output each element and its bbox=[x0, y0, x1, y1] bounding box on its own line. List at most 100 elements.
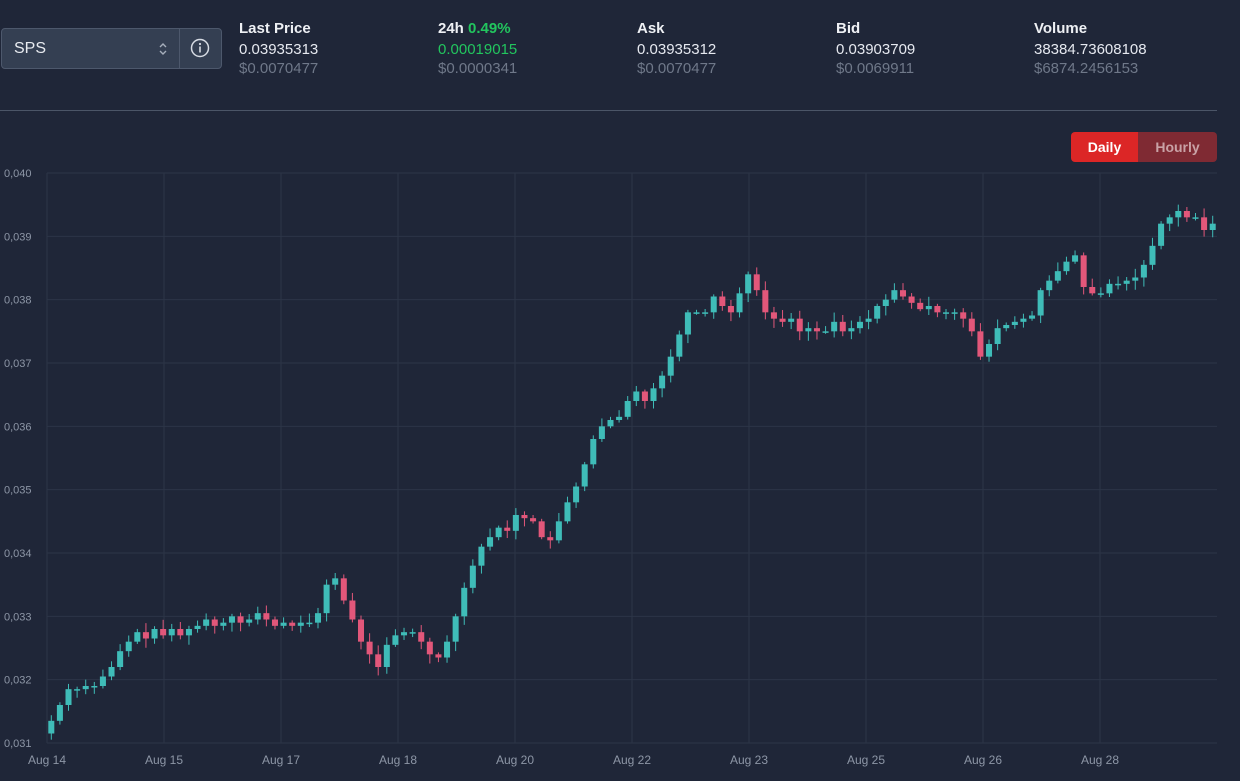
candle-body bbox=[340, 578, 347, 601]
stat-volume: Volume 38384.73608108 $6874.2456153 bbox=[1034, 20, 1147, 77]
stat-value: 0.03903709 bbox=[836, 41, 916, 58]
candle-body bbox=[624, 401, 631, 417]
stat-last-price: Last Price 0.03935313 $0.0070477 bbox=[239, 20, 318, 77]
candle-body bbox=[332, 578, 339, 585]
candle-body bbox=[1140, 264, 1147, 278]
daily-button[interactable]: Daily bbox=[1071, 132, 1138, 162]
stat-usd-value: $0.0069911 bbox=[836, 60, 915, 77]
candle-body bbox=[1054, 271, 1061, 281]
candle-body bbox=[1115, 283, 1122, 286]
candle-body bbox=[435, 654, 442, 658]
candle-body bbox=[297, 622, 304, 626]
candle-body bbox=[986, 344, 993, 357]
candle-body bbox=[753, 274, 760, 291]
candle-body bbox=[968, 318, 975, 332]
stat-value: 38384.73608108 bbox=[1034, 41, 1147, 58]
candle-body bbox=[211, 619, 218, 626]
stat-ask: Ask 0.03935312 $0.0070477 bbox=[637, 20, 716, 77]
candle-body bbox=[899, 290, 907, 297]
candle-body bbox=[555, 521, 562, 541]
candle-body bbox=[246, 619, 253, 623]
candle-body bbox=[848, 328, 855, 332]
candle-body bbox=[375, 654, 382, 667]
candle-body bbox=[151, 629, 158, 639]
candle-body bbox=[813, 328, 820, 332]
y-tick-label: 0,037 bbox=[4, 358, 32, 370]
candle-body bbox=[822, 331, 829, 333]
candle-body bbox=[839, 321, 846, 332]
candle-body bbox=[142, 632, 149, 639]
candle-body bbox=[65, 689, 72, 705]
stat-label: Volume bbox=[1034, 20, 1088, 37]
candle-body bbox=[478, 546, 485, 566]
candle-body bbox=[641, 391, 648, 401]
candle-body bbox=[349, 600, 356, 620]
stat-bid: Bid 0.03903709 $0.0069911 bbox=[836, 20, 915, 77]
y-tick-label: 0,033 bbox=[4, 611, 32, 623]
candle-body bbox=[99, 676, 106, 686]
candle-body bbox=[650, 388, 657, 401]
candle-body bbox=[228, 616, 235, 623]
info-button[interactable] bbox=[179, 29, 221, 68]
candle-body bbox=[177, 629, 184, 636]
candle-body bbox=[908, 296, 915, 303]
candle-body bbox=[237, 616, 244, 623]
candle-body bbox=[392, 635, 399, 645]
candle-body bbox=[788, 318, 795, 322]
candle-body bbox=[125, 641, 132, 652]
candle-body bbox=[314, 613, 322, 623]
candle-body bbox=[917, 302, 924, 310]
candle-body bbox=[1072, 255, 1079, 262]
stat-label-text: 24h bbox=[438, 20, 464, 37]
candle-body bbox=[710, 296, 717, 313]
x-tick-label: Aug 20 bbox=[496, 753, 534, 767]
candle-body bbox=[306, 622, 313, 625]
candle-body bbox=[616, 416, 623, 420]
token-select-value: SPS bbox=[14, 40, 47, 57]
candle-body bbox=[461, 587, 468, 617]
candle-body bbox=[805, 328, 812, 332]
candle-body bbox=[547, 537, 554, 541]
stat-label: Last Price bbox=[239, 20, 311, 37]
stat-usd-value: $0.0000341 bbox=[438, 60, 518, 77]
candle-body bbox=[538, 521, 545, 538]
candle-body bbox=[357, 619, 365, 642]
candle-body bbox=[134, 632, 141, 642]
candle-body bbox=[56, 705, 63, 721]
stat-value: 0.03935313 bbox=[239, 41, 319, 58]
y-tick-label: 0,032 bbox=[4, 675, 32, 687]
candle-body bbox=[1063, 261, 1070, 272]
candle-body bbox=[271, 619, 278, 626]
candle-body bbox=[1046, 280, 1053, 291]
token-select[interactable]: SPS bbox=[1, 28, 222, 69]
candle-body bbox=[1080, 255, 1087, 287]
y-tick-label: 0,035 bbox=[4, 485, 32, 497]
candle-body bbox=[444, 641, 451, 658]
candle-body bbox=[882, 299, 889, 306]
candle-body bbox=[254, 613, 261, 620]
candle-body bbox=[168, 629, 175, 636]
x-tick-label: Aug 23 bbox=[730, 753, 768, 767]
candle-body bbox=[659, 375, 666, 389]
candle-body bbox=[727, 306, 734, 313]
y-tick-label: 0,031 bbox=[4, 738, 32, 750]
candle-body bbox=[951, 312, 958, 314]
candle-body bbox=[1192, 217, 1199, 219]
candle-body bbox=[831, 321, 838, 332]
candle-body bbox=[693, 312, 700, 314]
stat-value: 0.03935312 bbox=[637, 41, 717, 58]
candle-body bbox=[1166, 217, 1173, 224]
hourly-button[interactable]: Hourly bbox=[1138, 132, 1217, 162]
candle-body bbox=[48, 720, 55, 734]
candle-body bbox=[504, 527, 511, 531]
stat-label: Ask bbox=[637, 20, 665, 37]
candle-body bbox=[366, 641, 373, 655]
stat-usd-value: $6874.2456153 bbox=[1034, 60, 1139, 77]
candle-body bbox=[702, 312, 709, 314]
candle-body bbox=[1097, 293, 1104, 295]
stat-value: 0.00019015 bbox=[438, 41, 518, 58]
candle-body bbox=[280, 622, 287, 626]
candle-body bbox=[633, 391, 640, 401]
candle-body bbox=[323, 584, 330, 614]
candle-body bbox=[426, 641, 433, 655]
